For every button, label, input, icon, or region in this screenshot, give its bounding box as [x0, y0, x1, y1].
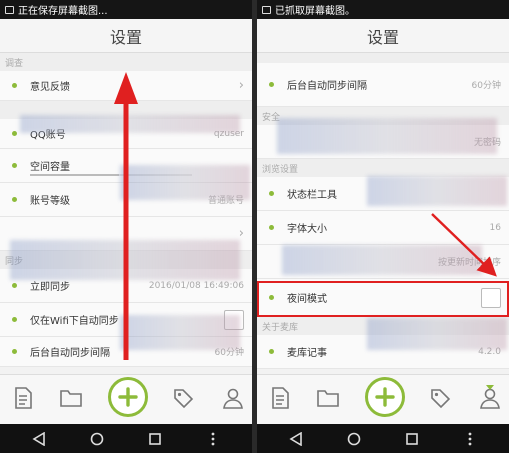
status-text: 正在保存屏幕截图...: [18, 6, 108, 17]
sync-now-row[interactable]: 立即同步 2016/01/08 16:49:06: [0, 269, 252, 303]
section-browse: 浏览设置: [257, 159, 509, 177]
row-label: 后台自动同步间隔: [287, 81, 367, 92]
bottom-tab-bar: [257, 374, 509, 424]
android-nav-bar: [0, 424, 252, 453]
row-value: 无密码: [473, 138, 501, 148]
right-screen: 已抓取屏幕截图。 设置 后台自动同步间隔 60分钟 安全 无密码 浏览设置 状态…: [257, 0, 509, 453]
row-label: 仅在Wifi下自动同步: [30, 316, 119, 327]
password-row[interactable]: 无密码: [257, 125, 509, 159]
row-value: 2016/01/08 16:49:06: [148, 280, 244, 291]
chevron-right-icon: ›: [238, 226, 244, 241]
person-icon[interactable]: [220, 385, 246, 411]
chevron-right-icon: ›: [238, 78, 244, 93]
blurred-row[interactable]: ›: [0, 217, 252, 251]
row-value: 4.2.0: [478, 346, 501, 357]
statusbar-tool-row[interactable]: 状态栏工具: [257, 177, 509, 211]
bullet-icon: [12, 197, 17, 202]
row-value: 普通账号: [207, 196, 244, 206]
more-icon[interactable]: [457, 429, 483, 449]
bullet-icon: [12, 131, 17, 136]
bullet-icon: [12, 349, 17, 354]
home-icon[interactable]: [84, 429, 110, 449]
row-label: 空间容量: [30, 162, 70, 173]
notes-version-row[interactable]: 麦库记事 4.2.0: [257, 335, 509, 369]
space-progress-bar: [30, 174, 192, 176]
add-icon[interactable]: [108, 377, 148, 417]
folder-icon[interactable]: [315, 385, 341, 411]
wifi-sync-checkbox[interactable]: [224, 309, 244, 330]
auto-sync-interval-row[interactable]: 后台自动同步间隔 60分钟: [0, 337, 252, 367]
night-mode-row[interactable]: 夜间模式: [257, 279, 509, 317]
bullet-icon: [12, 283, 17, 288]
status-bar: 正在保存屏幕截图...: [0, 0, 252, 19]
section-about: 关于麦库: [257, 317, 509, 335]
back-icon[interactable]: [283, 429, 309, 449]
row-label: 状态栏工具: [287, 190, 337, 201]
row-value: 16: [489, 222, 501, 233]
status-bar: 已抓取屏幕截图。: [257, 0, 509, 19]
recents-icon[interactable]: [399, 429, 425, 449]
space-capacity-row[interactable]: 空间容量: [0, 149, 252, 183]
back-icon[interactable]: [26, 429, 52, 449]
section-spacer: [257, 53, 509, 63]
bottom-tab-bar: [0, 374, 252, 424]
row-label: 账号等级: [30, 196, 70, 207]
status-text: 已抓取屏幕截图。: [275, 6, 355, 17]
section-security: 安全: [257, 107, 509, 125]
section-account: [0, 101, 252, 119]
add-icon[interactable]: [365, 377, 405, 417]
more-icon[interactable]: [200, 429, 226, 449]
section-survey: 调查: [0, 53, 252, 71]
bullet-icon: [269, 191, 274, 196]
bullet-icon: [269, 349, 274, 354]
tag-icon[interactable]: [427, 385, 453, 411]
row-label: 立即同步: [30, 282, 70, 293]
row-label: 后台自动同步间隔: [30, 348, 110, 359]
android-nav-bar: [257, 424, 509, 453]
night-mode-checkbox[interactable]: [481, 287, 501, 308]
row-label: 意见反馈: [30, 82, 70, 93]
bullet-icon: [12, 163, 17, 168]
bullet-icon: [269, 295, 274, 300]
row-value: 按更新时间排序: [437, 258, 501, 268]
page-title: 设置: [257, 19, 509, 53]
active-tab-indicator: [486, 385, 494, 390]
wifi-sync-row[interactable]: 仅在Wifi下自动同步: [0, 303, 252, 337]
section-sync: 同步: [0, 251, 252, 269]
sort-row[interactable]: 按更新时间排序: [257, 245, 509, 279]
qq-account-row[interactable]: QQ账号 qzuser: [0, 119, 252, 149]
row-value: 60分钟: [471, 81, 501, 91]
auto-sync-interval-row[interactable]: 后台自动同步间隔 60分钟: [257, 63, 509, 107]
screenshot-icon: [262, 5, 271, 14]
note-icon[interactable]: [10, 385, 36, 411]
folder-icon[interactable]: [58, 385, 84, 411]
person-icon[interactable]: [477, 385, 503, 411]
recents-icon[interactable]: [142, 429, 168, 449]
row-value: 60分钟: [214, 348, 244, 358]
row-label: 夜间模式: [287, 294, 327, 305]
note-icon[interactable]: [267, 385, 293, 411]
tag-icon[interactable]: [170, 385, 196, 411]
row-label: 字体大小: [287, 224, 327, 235]
row-label: QQ账号: [30, 130, 66, 141]
font-size-row[interactable]: 字体大小 16: [257, 211, 509, 245]
row-label: 麦库记事: [287, 348, 327, 359]
account-level-row[interactable]: 账号等级 普通账号: [0, 183, 252, 217]
row-value: qzuser: [213, 128, 244, 139]
bullet-icon: [269, 82, 274, 87]
page-title: 设置: [0, 19, 252, 53]
bullet-icon: [269, 225, 274, 230]
space-progress-fill: [30, 174, 120, 176]
feedback-row[interactable]: 意见反馈 ›: [0, 71, 252, 101]
left-screen: 正在保存屏幕截图... 设置 调查 意见反馈 › QQ账号 qzuser 空间容…: [0, 0, 252, 453]
bullet-icon: [12, 83, 17, 88]
home-icon[interactable]: [341, 429, 367, 449]
screenshot-icon: [5, 5, 14, 14]
bullet-icon: [12, 317, 17, 322]
